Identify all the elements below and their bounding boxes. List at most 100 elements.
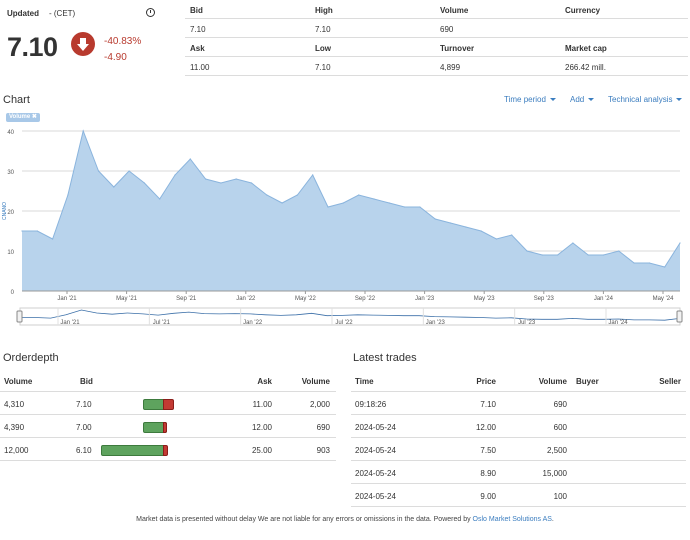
data-point: [312, 174, 314, 176]
trade-volume: 690: [553, 400, 567, 409]
quote-header: Updated - (CET) 7.10 -40.83% -4.90 Bid Hi…: [0, 0, 690, 90]
bid-depth-bar: [101, 445, 167, 456]
trade-volume: 600: [553, 423, 567, 432]
chevron-down-icon: [676, 98, 683, 102]
data-point: [250, 182, 253, 184]
navigator-left-handle[interactable]: [16, 310, 23, 323]
y-tick-label: 10: [7, 250, 14, 256]
navigator-right-handle[interactable]: [676, 310, 683, 323]
ask-depth-bar: [163, 445, 168, 456]
depth-bar: [0, 422, 336, 433]
x-tick-label: Sep '23: [534, 296, 555, 302]
time-period-dropdown[interactable]: Time period: [504, 95, 556, 104]
data-point: [143, 182, 145, 184]
y-tick-label: 40: [7, 130, 14, 136]
trade-time: 2024-05-24: [355, 423, 396, 432]
volume-tag[interactable]: Volume ✖: [6, 113, 40, 122]
technical-analysis-dropdown[interactable]: Technical analysis: [608, 95, 683, 104]
data-point: [174, 174, 176, 176]
orderdepth-row: 12,000 6.10 25.00 903: [0, 438, 336, 461]
data-point: [159, 198, 161, 200]
ask-header: Ask: [257, 377, 272, 386]
data-point: [97, 170, 100, 172]
bid-header: Bid: [80, 377, 93, 386]
ask-volume-header: Volume: [301, 377, 330, 386]
add-dropdown[interactable]: Add: [570, 95, 595, 104]
buyer-header: Buyer: [576, 377, 599, 386]
data-point: [373, 198, 375, 200]
navigator-tick-label: Jan '23: [426, 320, 446, 326]
data-point: [296, 194, 298, 196]
market-cap-header: Market cap: [565, 44, 607, 53]
data-point: [434, 218, 436, 220]
trade-time: 2024-05-24: [355, 469, 396, 478]
data-point: [419, 206, 421, 208]
x-tick-label: Sep '21: [176, 296, 197, 302]
oslo-market-solutions-link[interactable]: Oslo Market Solutions AS: [473, 516, 552, 523]
trade-row: 2024-05-24 8.90 15,000: [351, 461, 686, 484]
quote-header-row-1: Bid High Volume Currency: [185, 0, 688, 19]
x-tick-label: May '23: [474, 296, 495, 302]
x-tick-label: May '24: [653, 296, 674, 302]
trade-price: 7.50: [480, 446, 496, 455]
bid-header: Bid: [190, 6, 203, 15]
change-absolute: -4.90: [104, 52, 127, 63]
trade-volume: 2,500: [546, 446, 567, 455]
trade-volume: 15,000: [542, 469, 567, 478]
clock-icon[interactable]: [146, 8, 155, 17]
turnover-header: Turnover: [440, 44, 475, 53]
y-tick-label: 30: [7, 170, 14, 176]
footer-disclaimer: Market data is presented without delay W…: [136, 516, 554, 523]
data-point: [495, 238, 497, 240]
seller-header: Seller: [659, 377, 681, 386]
data-point: [52, 238, 54, 240]
quote-grid: Bid High Volume Currency 7.10 7.10 690 A…: [185, 0, 688, 76]
trade-volume: 100: [553, 492, 567, 501]
x-tick-label: Jan '22: [236, 296, 256, 302]
trade-row: 09:18:26 7.10 690: [351, 392, 686, 415]
data-point: [404, 206, 406, 208]
data-point: [128, 170, 130, 172]
orderdepth-row: 4,310 7.10 11.00 2,000: [0, 392, 336, 415]
data-point: [388, 202, 390, 204]
data-point: [113, 186, 115, 188]
quote-header-row-2: Ask Low Turnover Market cap: [185, 38, 688, 57]
data-point: [465, 226, 467, 228]
data-point: [358, 194, 360, 196]
volume-header: Volume: [440, 6, 469, 15]
x-tick-label: May '21: [116, 296, 137, 302]
data-point: [266, 194, 268, 196]
turnover-value: 4,899: [440, 63, 461, 72]
trade-row: 2024-05-24 7.50 2,500: [351, 438, 686, 461]
trade-price: 9.00: [480, 492, 496, 501]
data-point: [572, 242, 574, 244]
market-cap-value: 266.42 mill.: [565, 63, 606, 72]
data-point: [664, 266, 666, 268]
data-point: [67, 194, 69, 196]
data-point: [82, 130, 84, 132]
price-chart[interactable]: 0 10 20 30 40 CNANO Jan '21 May '21 Sep '21 Jan '…: [0, 125, 690, 303]
chart-navigator[interactable]: Jan '21 Jul '21 Jan '22 Jul '22 Jan '23 Jul '…: [0, 305, 690, 331]
data-point: [205, 178, 207, 180]
depth-bar: [0, 445, 336, 456]
depth-bar: [0, 399, 336, 410]
x-tick-label: Jan '21: [57, 296, 77, 302]
ask-price: 25.00: [251, 446, 272, 455]
ask-depth-bar: [163, 399, 174, 410]
volume-header: Volume: [538, 377, 567, 386]
data-point: [235, 178, 237, 180]
change-percent: -40.83%: [104, 36, 142, 47]
trade-row: 2024-05-24 9.00 100: [351, 484, 686, 507]
data-point: [557, 254, 559, 256]
data-point: [511, 234, 513, 236]
quote-value-row-1: 7.10 7.10 690: [185, 19, 688, 38]
low-value: 7.10: [315, 63, 331, 72]
ask-price: 11.00: [252, 400, 272, 409]
ask-volume: 690: [316, 423, 330, 432]
timezone: - (CET): [49, 9, 76, 18]
ask-depth-bar: [163, 422, 167, 433]
high-value: 7.10: [315, 25, 331, 34]
bid-volume-header: Volume: [4, 377, 33, 386]
ask-header: Ask: [190, 44, 205, 53]
latest-trades-table: Time Price Volume Buyer Seller 09:18:26 7…: [351, 369, 686, 507]
